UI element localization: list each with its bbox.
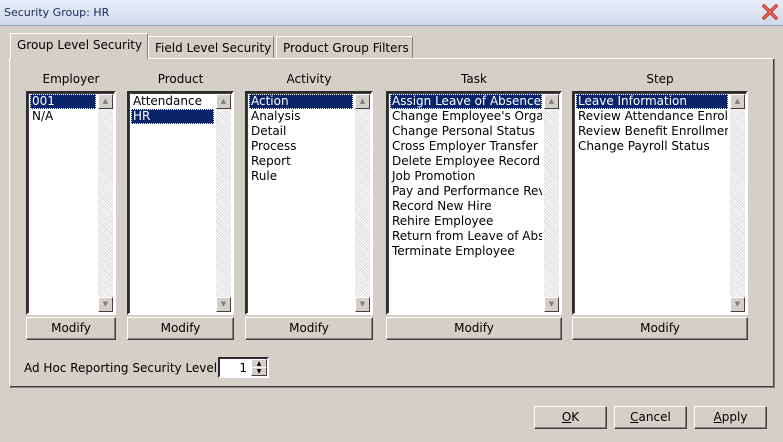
list-item[interactable]: Delete Employee Record: [390, 154, 542, 169]
product-modify-button[interactable]: Modify: [127, 317, 234, 340]
task-header: Task: [461, 72, 487, 86]
cancel-mnemonic: C: [630, 410, 639, 424]
step-header: Step: [646, 72, 674, 86]
list-item[interactable]: Pay and Performance Revi: [390, 184, 542, 199]
activity-header: Activity: [286, 72, 332, 86]
list-item[interactable]: Cross Employer Transfer: [390, 139, 542, 154]
list-item[interactable]: Terminate Employee: [390, 244, 542, 259]
scroll-up-arrow-icon[interactable]: ▲: [98, 94, 113, 109]
task-modify-button[interactable]: Modify: [386, 317, 562, 340]
task-listbox[interactable]: Assign Leave of Absence Change Employee's…: [386, 91, 562, 315]
tab-field-level-security[interactable]: Field Level Security: [148, 36, 274, 58]
ok-mnemonic: O: [561, 410, 572, 424]
window-title: Security Group: HR: [4, 6, 110, 19]
scroll-down-arrow-icon[interactable]: ▼: [216, 297, 231, 312]
list-item[interactable]: Change Payroll Status: [576, 139, 728, 154]
tab-label: Product Group Filters: [283, 41, 409, 55]
scroll-down-arrow-icon[interactable]: ▼: [98, 297, 113, 312]
list-item[interactable]: Analysis: [249, 109, 353, 124]
product-listbox[interactable]: Attendance HR ▲ ▼: [127, 91, 234, 315]
scroll-up-arrow-icon[interactable]: ▲: [730, 94, 745, 109]
spin-down-arrow-icon[interactable]: ▼: [251, 367, 267, 376]
task-list: Assign Leave of Absence Change Employee's…: [390, 94, 542, 311]
activity-modify-button[interactable]: Modify: [245, 317, 373, 340]
list-item[interactable]: Job Promotion: [390, 169, 542, 184]
employer-list: 001 N/A: [30, 94, 96, 311]
apply-label: pply: [721, 410, 748, 424]
tab-label: Field Level Security: [155, 41, 272, 55]
product-list: Attendance HR: [131, 94, 214, 311]
scroll-up-arrow-icon[interactable]: ▲: [216, 94, 231, 109]
tab-group-level-security[interactable]: Group Level Security: [10, 33, 148, 59]
activity-list: Action Analysis Detail Process Report Rule: [249, 94, 353, 311]
list-item[interactable]: Change Employee's Organi: [390, 109, 542, 124]
step-modify-button[interactable]: Modify: [572, 317, 748, 340]
close-icon: [762, 4, 778, 20]
product-scrollbar[interactable]: ▲ ▼: [216, 94, 231, 312]
scroll-up-arrow-icon[interactable]: ▲: [355, 94, 370, 109]
list-item[interactable]: Assign Leave of Absence: [390, 94, 542, 109]
activity-scrollbar[interactable]: ▲ ▼: [355, 94, 370, 312]
cancel-button[interactable]: Cancel: [614, 406, 687, 429]
list-item[interactable]: Action: [249, 94, 353, 109]
list-item[interactable]: Review Attendance Enrollm: [576, 109, 728, 124]
list-item[interactable]: HR: [131, 109, 214, 124]
adhoc-security-stepper[interactable]: 1 ▲ ▼: [218, 357, 269, 378]
list-item[interactable]: N/A: [30, 109, 96, 124]
scroll-down-arrow-icon[interactable]: ▼: [544, 297, 559, 312]
employer-modify-button[interactable]: Modify: [26, 317, 116, 340]
employer-header: Employer: [42, 72, 100, 86]
cancel-label: ancel: [638, 410, 671, 424]
step-listbox[interactable]: Leave Information Review Attendance Enrol…: [572, 91, 748, 315]
title-bar: Security Group: HR: [0, 0, 783, 26]
ok-label: K: [571, 410, 580, 424]
activity-listbox[interactable]: Action Analysis Detail Process Report Rule ▲ …: [245, 91, 373, 315]
scroll-up-arrow-icon[interactable]: ▲: [544, 94, 559, 109]
tab-label: Group Level Security: [17, 38, 143, 52]
employer-listbox[interactable]: 001 N/A ▲ ▼: [26, 91, 116, 315]
step-scrollbar[interactable]: ▲ ▼: [730, 94, 745, 312]
list-item[interactable]: Detail: [249, 124, 353, 139]
employer-scrollbar[interactable]: ▲ ▼: [98, 94, 113, 312]
list-item[interactable]: Rule: [249, 169, 353, 184]
close-button[interactable]: [761, 3, 779, 21]
scroll-down-arrow-icon[interactable]: ▼: [355, 297, 370, 312]
ok-button[interactable]: OK: [534, 406, 607, 429]
step-list: Leave Information Review Attendance Enrol…: [576, 94, 728, 311]
adhoc-security-label: Ad Hoc Reporting Security Level: [24, 361, 218, 375]
list-item[interactable]: Attendance: [131, 94, 214, 109]
product-header: Product: [157, 72, 204, 86]
tab-product-group-filters[interactable]: Product Group Filters: [276, 36, 413, 58]
list-item[interactable]: Report: [249, 154, 353, 169]
list-item[interactable]: Return from Leave of Abse: [390, 229, 542, 244]
spinner-buttons: ▲ ▼: [251, 359, 267, 376]
list-item[interactable]: 001: [30, 94, 96, 109]
adhoc-security-value[interactable]: 1: [239, 361, 247, 375]
apply-button[interactable]: Apply: [694, 406, 767, 429]
list-item[interactable]: Record New Hire: [390, 199, 542, 214]
list-item[interactable]: Review Benefit Enrollment: [576, 124, 728, 139]
list-item[interactable]: Change Personal Status: [390, 124, 542, 139]
list-item[interactable]: Leave Information: [576, 94, 728, 109]
list-item[interactable]: Rehire Employee: [390, 214, 542, 229]
scroll-down-arrow-icon[interactable]: ▼: [730, 297, 745, 312]
list-item[interactable]: Process: [249, 139, 353, 154]
apply-mnemonic: A: [713, 410, 722, 424]
task-scrollbar[interactable]: ▲ ▼: [544, 94, 559, 312]
